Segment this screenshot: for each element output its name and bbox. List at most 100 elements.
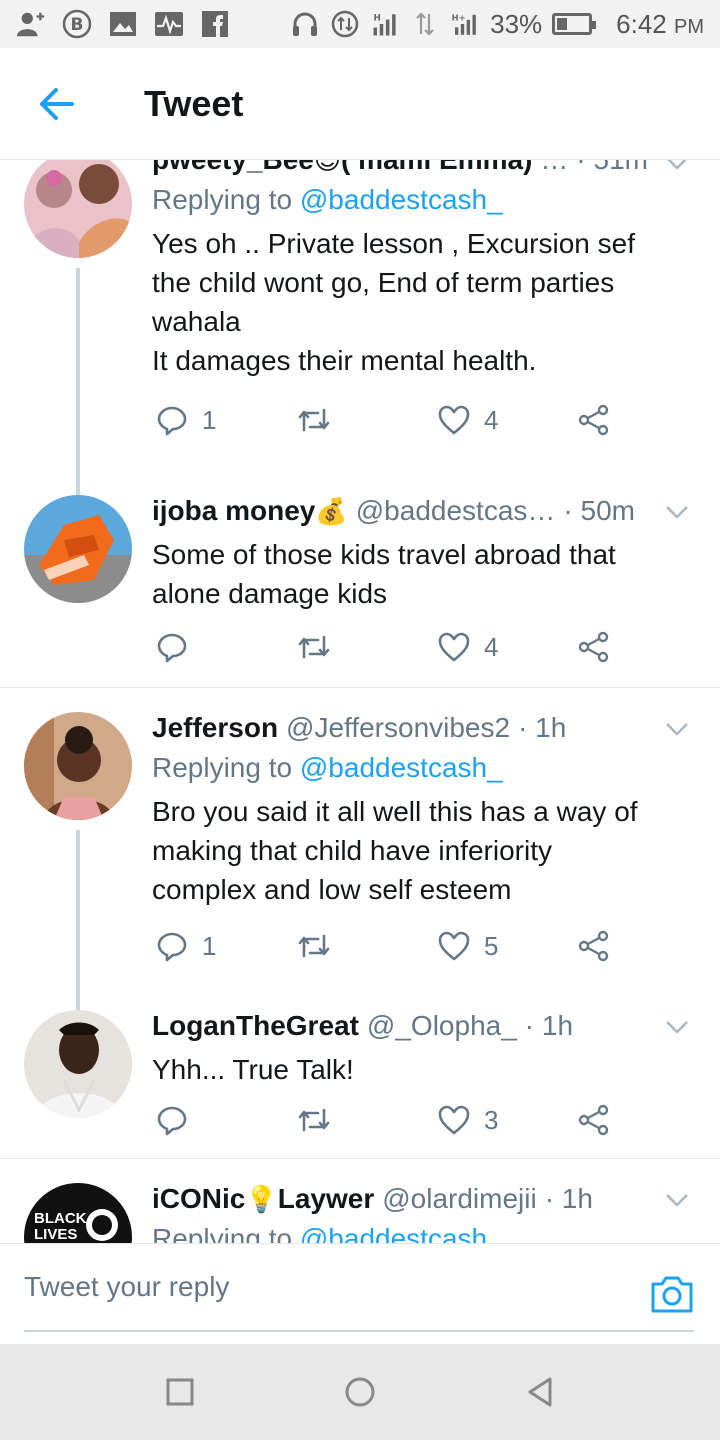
mention-link[interactable]: @baddestcash_ bbox=[300, 752, 503, 783]
chevron-down-icon[interactable] bbox=[664, 499, 690, 525]
reply-button[interactable] bbox=[156, 1100, 202, 1140]
retweet-icon bbox=[298, 408, 330, 432]
like-button[interactable]: 3 bbox=[438, 1100, 498, 1140]
tweet-body: Jefferson @Jeffersonvibes2 · 1h Replying… bbox=[152, 712, 696, 909]
share-button[interactable] bbox=[578, 1100, 610, 1140]
retweet-button[interactable] bbox=[296, 627, 346, 667]
display-name[interactable]: LoganTheGreat bbox=[152, 1010, 359, 1042]
like-button[interactable]: 4 bbox=[438, 400, 498, 440]
display-name[interactable]: ijoba money bbox=[152, 495, 315, 527]
signal-hplus-icon: H+ bbox=[450, 9, 480, 39]
sync-icon bbox=[330, 9, 360, 39]
mention-link[interactable]: @baddestcash_ bbox=[300, 184, 503, 215]
tweet-item[interactable]: Jefferson @Jeffersonvibes2 · 1h Replying… bbox=[0, 712, 720, 1012]
retweet-icon bbox=[298, 635, 330, 659]
tweet-item[interactable]: pweety_Bee 😍 ( mami Emma) … · 51m Replyi… bbox=[0, 160, 720, 495]
display-name-suffix[interactable]: Laywer bbox=[278, 1183, 375, 1215]
replying-to: Replying to @baddestcash_ bbox=[152, 184, 696, 222]
share-button[interactable] bbox=[578, 400, 610, 440]
data-arrows-icon bbox=[410, 9, 440, 39]
chevron-down-icon[interactable] bbox=[664, 1014, 690, 1040]
avatar[interactable] bbox=[24, 160, 132, 258]
mention-link[interactable]: @baddestcash bbox=[300, 1223, 487, 1243]
tweet-body: iCONic 💡 Laywer @olardimejii · 1h Replyi… bbox=[152, 1183, 696, 1243]
b-circle-icon: B bbox=[62, 9, 92, 39]
handle[interactable]: @Jeffersonvibes2 bbox=[286, 712, 510, 744]
like-button[interactable]: 5 bbox=[438, 926, 498, 966]
display-name[interactable]: Jefferson bbox=[152, 712, 278, 744]
handle[interactable]: @olardimejii bbox=[382, 1183, 536, 1215]
name-emoji: 💰 bbox=[315, 496, 348, 526]
camera-icon[interactable] bbox=[650, 1274, 694, 1314]
facebook-icon bbox=[200, 9, 230, 39]
avatar[interactable]: BLACK LIVES bbox=[24, 1183, 132, 1243]
reply-button[interactable] bbox=[156, 627, 202, 667]
timestamp: · 1h bbox=[524, 1010, 574, 1041]
back-button[interactable] bbox=[0, 48, 112, 160]
tweet-text-line: wahala bbox=[152, 306, 241, 337]
reply-feed[interactable]: pweety_Bee 😍 ( mami Emma) … · 51m Replyi… bbox=[0, 160, 720, 1243]
like-button[interactable]: 4 bbox=[438, 627, 498, 667]
timestamp: · 1h bbox=[518, 712, 567, 743]
tweet-text-line: complex and low self esteem bbox=[152, 874, 512, 905]
share-icon bbox=[578, 631, 609, 663]
reply-button[interactable]: 1 bbox=[156, 400, 216, 440]
avatar[interactable] bbox=[24, 495, 132, 603]
share-button[interactable] bbox=[578, 627, 610, 667]
pulse-icon bbox=[154, 9, 184, 39]
chevron-down-icon[interactable] bbox=[664, 1187, 690, 1213]
avatar[interactable] bbox=[24, 712, 132, 820]
svg-text:H+: H+ bbox=[452, 13, 466, 23]
tweet-actions: 1 5 bbox=[152, 926, 632, 966]
tweet-actions: 4 bbox=[152, 627, 632, 667]
tweet-item[interactable]: LoganTheGreat @_Olopha_ · 1h Yhh... True… bbox=[0, 1010, 720, 1160]
tweet-header: LoganTheGreat @_Olopha_ · 1h bbox=[152, 1010, 696, 1048]
handle[interactable]: @baddestcas… bbox=[356, 495, 556, 527]
tweet-item[interactable]: ijoba money 💰 @baddestcas… · 50m Some of… bbox=[0, 495, 720, 688]
tweet-text-line: Yhh... True Talk! bbox=[152, 1054, 354, 1085]
tweet-item[interactable]: BLACK LIVES iCONic 💡 Laywer @olardimejii … bbox=[0, 1183, 720, 1243]
share-button[interactable] bbox=[578, 926, 610, 966]
tweet-text: Yhh... True Talk! bbox=[152, 1050, 696, 1089]
battery-fill bbox=[557, 18, 568, 30]
retweet-button[interactable] bbox=[296, 926, 346, 966]
reply-button[interactable]: 1 bbox=[156, 926, 216, 966]
avatar-text-lives: LIVES bbox=[34, 1226, 77, 1243]
clock-ampm: PM bbox=[674, 15, 704, 38]
tweet-header: pweety_Bee 😍 ( mami Emma) … · 51m bbox=[152, 160, 696, 182]
page-title: Tweet bbox=[144, 82, 244, 124]
display-name[interactable]: pweety_Bee bbox=[152, 160, 314, 176]
back-triangle-icon[interactable] bbox=[522, 1374, 558, 1410]
retweet-button[interactable] bbox=[296, 400, 346, 440]
tweet-header: ijoba money 💰 @baddestcas… · 50m bbox=[152, 495, 696, 533]
tweet-body: ijoba money 💰 @baddestcas… · 50m Some of… bbox=[152, 495, 696, 613]
back-arrow-icon bbox=[40, 87, 74, 120]
heart-icon bbox=[438, 931, 470, 961]
header: Tweet bbox=[0, 48, 720, 160]
tweet-text-line: Bro you said it all well this has a way … bbox=[152, 796, 638, 827]
heart-icon bbox=[438, 1105, 470, 1135]
tweet-text-line: making that child have inferiority bbox=[152, 835, 552, 866]
display-name-suffix[interactable]: ( mami Emma) bbox=[341, 160, 532, 176]
handle[interactable]: @_Olopha_ bbox=[367, 1010, 517, 1042]
display-name[interactable]: iCONic bbox=[152, 1183, 245, 1215]
replying-to: Replying to @baddestcash_ bbox=[152, 752, 696, 790]
replying-to-label: Replying to bbox=[152, 184, 293, 215]
avatar[interactable] bbox=[24, 1010, 132, 1118]
divider bbox=[0, 1158, 720, 1159]
system-nav-bar bbox=[0, 1344, 720, 1440]
clock: 6:42 PM bbox=[616, 9, 704, 40]
recents-square-icon[interactable] bbox=[162, 1374, 198, 1410]
retweet-icon bbox=[298, 1108, 330, 1132]
chevron-down-icon[interactable] bbox=[664, 716, 690, 742]
chevron-down-icon[interactable] bbox=[664, 160, 690, 176]
avatar-text-black: BLACK bbox=[34, 1210, 87, 1227]
home-circle-icon[interactable] bbox=[342, 1374, 378, 1410]
tweet-text-line: the child wont go, End of term parties bbox=[152, 267, 615, 298]
retweet-button[interactable] bbox=[296, 1100, 346, 1140]
tweet-actions: 3 bbox=[152, 1100, 632, 1140]
share-icon bbox=[578, 930, 609, 962]
handle[interactable]: … bbox=[540, 160, 568, 176]
tweet-text-line: It damages their mental health. bbox=[152, 345, 537, 376]
reply-input[interactable]: Tweet your reply bbox=[24, 1244, 694, 1332]
